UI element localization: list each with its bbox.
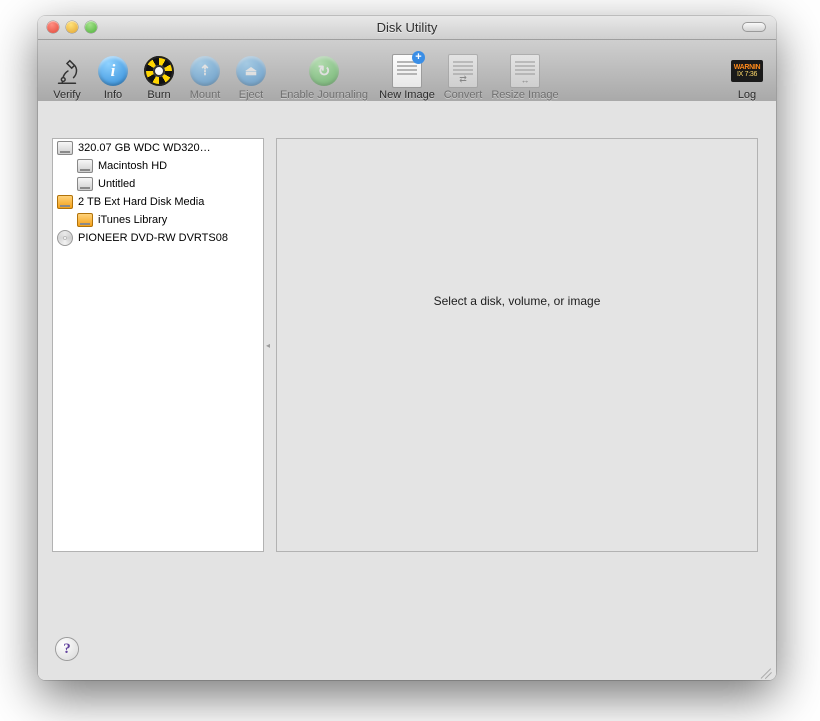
new-image-icon: + bbox=[391, 55, 423, 87]
resize-image-icon: ↔ bbox=[509, 55, 541, 87]
hdd-icon bbox=[77, 176, 93, 192]
verify-button[interactable]: Verify bbox=[44, 55, 90, 101]
info-button[interactable]: i Info bbox=[90, 55, 136, 101]
zoom-button[interactable] bbox=[85, 21, 97, 33]
new-image-button[interactable]: + New Image bbox=[374, 55, 440, 101]
sidebar-resize-handle[interactable]: ◂ bbox=[266, 341, 270, 350]
convert-icon: ⇄ bbox=[447, 55, 479, 87]
enable-journaling-button[interactable]: ↻ Enable Journaling bbox=[274, 55, 374, 101]
hdd-icon bbox=[57, 140, 73, 156]
microscope-icon bbox=[51, 55, 83, 87]
disk-list-item-label: PIONEER DVD-RW DVRTS08 bbox=[78, 232, 228, 244]
disk-utility-window: Disk Utility Verify i Info bbox=[38, 16, 776, 680]
journaling-icon: ↻ bbox=[308, 55, 340, 87]
close-button[interactable] bbox=[47, 21, 59, 33]
hdd-external-icon bbox=[77, 212, 93, 228]
disk-list-item-label: Macintosh HD bbox=[98, 160, 167, 172]
convert-label: Convert bbox=[444, 89, 483, 101]
burn-button[interactable]: Burn bbox=[136, 55, 182, 101]
content-area: 320.07 GB WDC WD320… Macintosh HD Untitled… bbox=[38, 101, 776, 680]
log-icon: WARNIN IX 7:36 bbox=[731, 55, 763, 87]
toolbar: Verify i Info Burn ⇡ Mount ⏏ Eject ↻ Ena… bbox=[38, 40, 776, 105]
new-image-label: New Image bbox=[379, 89, 435, 101]
disk-list-item[interactable]: 2 TB Ext Hard Disk Media bbox=[53, 193, 263, 211]
eject-label: Eject bbox=[239, 89, 263, 101]
mount-icon: ⇡ bbox=[189, 55, 221, 87]
info-label: Info bbox=[104, 89, 122, 101]
journaling-label: Enable Journaling bbox=[280, 89, 368, 101]
hdd-external-icon bbox=[57, 194, 73, 210]
disk-list-item[interactable]: Untitled bbox=[53, 175, 263, 193]
verify-label: Verify bbox=[53, 89, 81, 101]
disk-list-item[interactable]: iTunes Library bbox=[53, 211, 263, 229]
mount-label: Mount bbox=[190, 89, 221, 101]
minimize-button[interactable] bbox=[66, 21, 78, 33]
disk-list-item-label: Untitled bbox=[98, 178, 135, 190]
disk-list-item[interactable]: Macintosh HD bbox=[53, 157, 263, 175]
resize-image-button[interactable]: ↔ Resize Image bbox=[486, 55, 564, 101]
window-title: Disk Utility bbox=[377, 20, 438, 35]
disk-list-item-label: iTunes Library bbox=[98, 214, 167, 226]
optical-drive-icon bbox=[57, 230, 73, 246]
window-resize-handle[interactable] bbox=[759, 663, 773, 677]
detail-panel: Select a disk, volume, or image bbox=[276, 138, 758, 552]
disk-list-item-label: 2 TB Ext Hard Disk Media bbox=[78, 196, 204, 208]
disk-list[interactable]: 320.07 GB WDC WD320… Macintosh HD Untitled… bbox=[52, 138, 264, 552]
placeholder-message: Select a disk, volume, or image bbox=[277, 294, 757, 308]
burn-icon bbox=[143, 55, 175, 87]
info-icon: i bbox=[97, 55, 129, 87]
log-button[interactable]: WARNIN IX 7:36 Log bbox=[724, 55, 770, 101]
help-button[interactable]: ? bbox=[56, 638, 78, 660]
titlebar: Disk Utility bbox=[38, 16, 776, 40]
window-controls bbox=[47, 21, 97, 33]
disk-list-item[interactable]: PIONEER DVD-RW DVRTS08 bbox=[53, 229, 263, 247]
log-label: Log bbox=[738, 89, 756, 101]
disk-list-item[interactable]: 320.07 GB WDC WD320… bbox=[53, 139, 263, 157]
burn-label: Burn bbox=[147, 89, 170, 101]
disk-list-item-label: 320.07 GB WDC WD320… bbox=[78, 142, 211, 154]
hdd-icon bbox=[77, 158, 93, 174]
mount-button[interactable]: ⇡ Mount bbox=[182, 55, 228, 101]
toolbar-toggle-button[interactable] bbox=[742, 22, 766, 32]
eject-button[interactable]: ⏏ Eject bbox=[228, 55, 274, 101]
eject-icon: ⏏ bbox=[235, 55, 267, 87]
convert-button[interactable]: ⇄ Convert bbox=[440, 55, 486, 101]
resize-image-label: Resize Image bbox=[491, 89, 558, 101]
